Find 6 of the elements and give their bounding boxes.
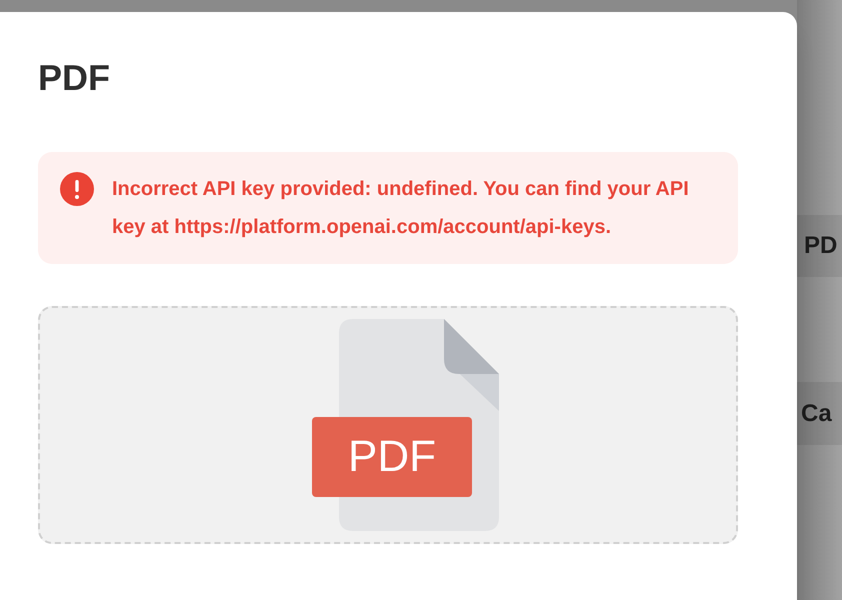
row-label: PD xyxy=(804,231,838,261)
file-type-badge: PDF xyxy=(312,417,472,497)
row-label: Ca xyxy=(801,398,832,428)
upload-dropzone[interactable]: PDF xyxy=(38,306,738,544)
dialog-title: PDF xyxy=(38,58,111,98)
error-message: Incorrect API key provided: undefined. You can find your API key at https://platform.openai.com/account/api-keys. xyxy=(112,177,690,240)
